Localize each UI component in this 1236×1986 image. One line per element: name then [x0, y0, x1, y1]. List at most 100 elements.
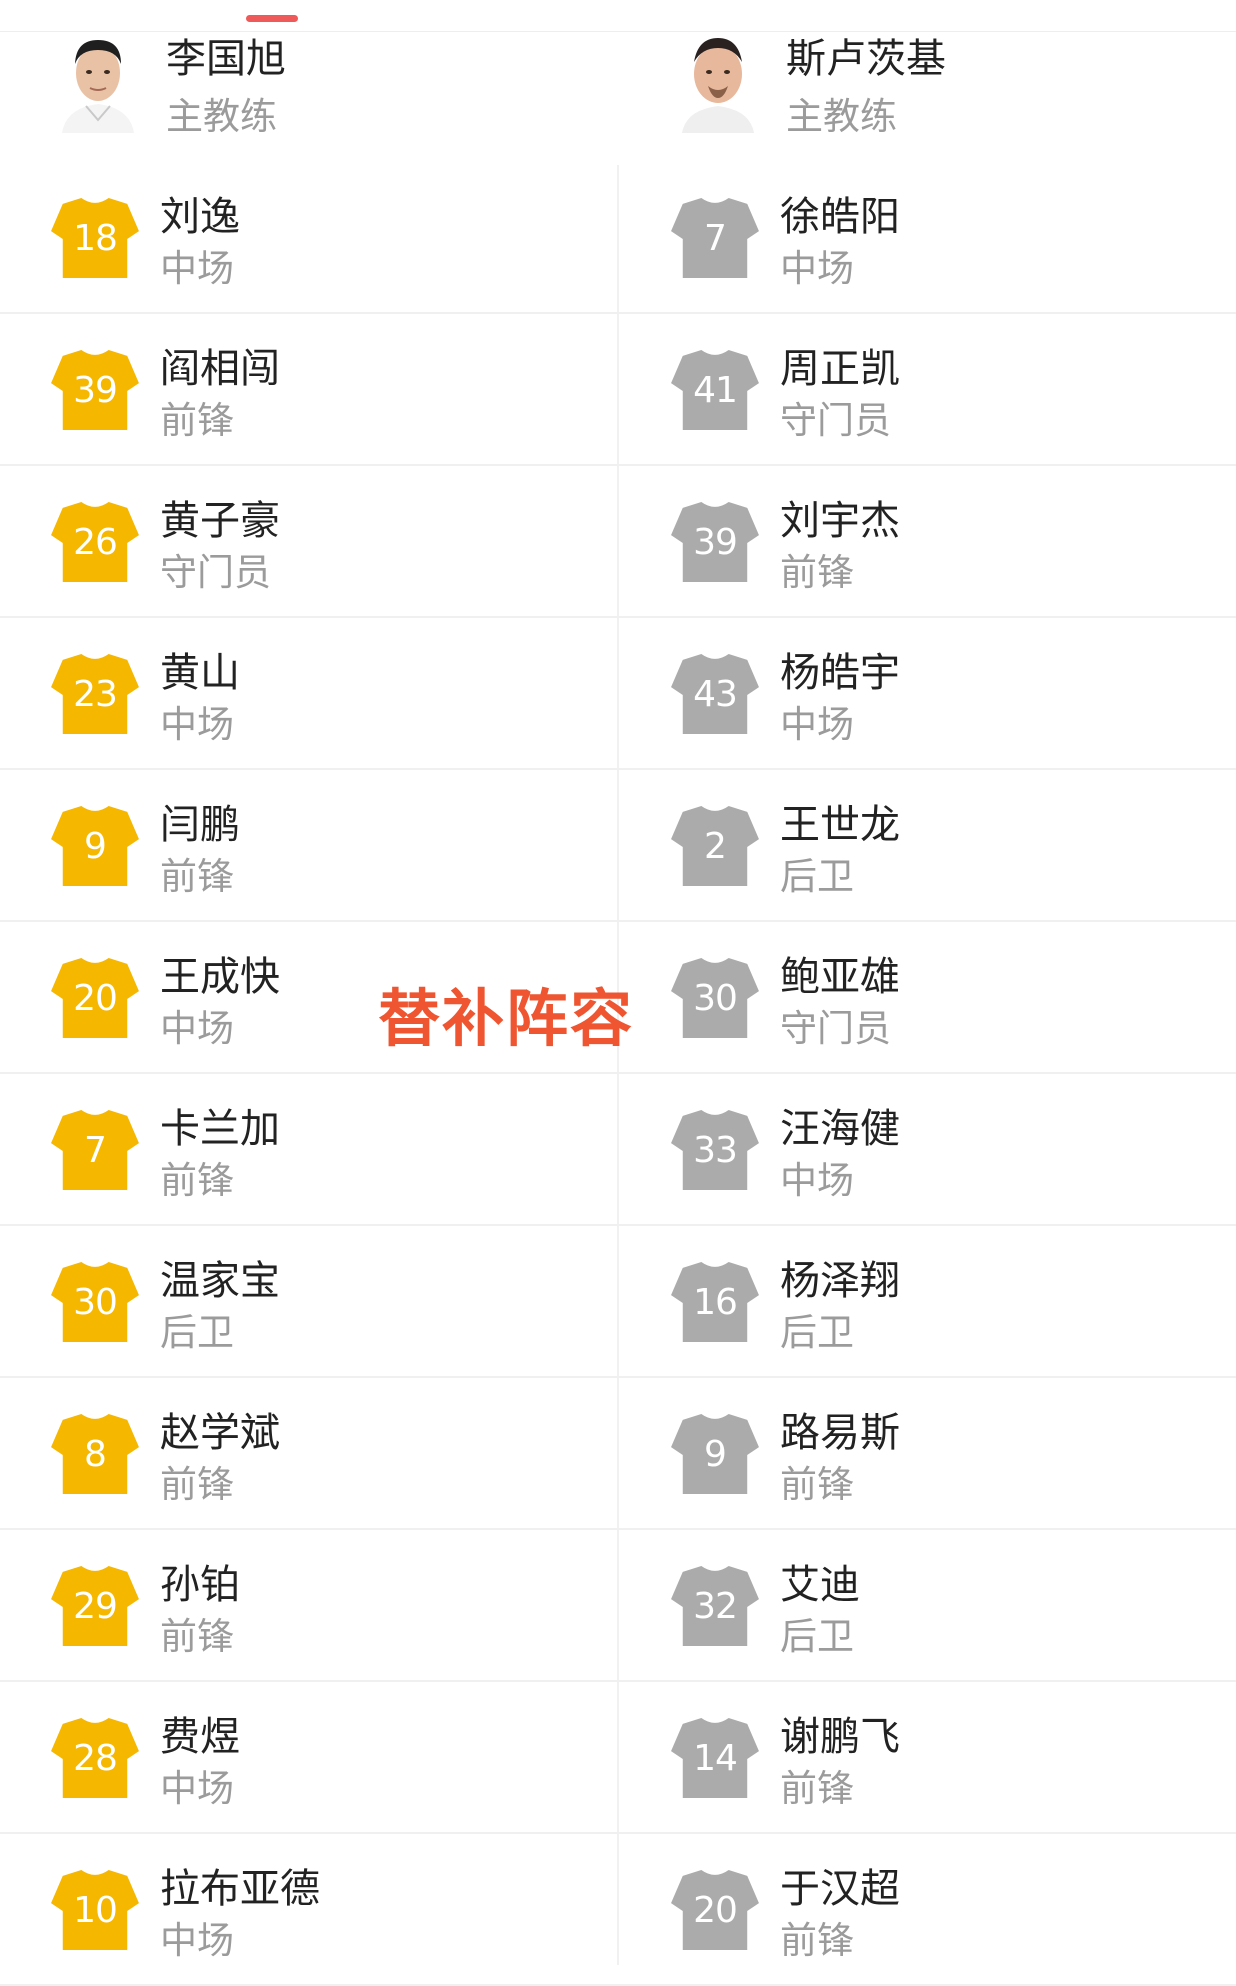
jersey-number: 30: [693, 978, 738, 1019]
jersey-number: 28: [73, 1738, 118, 1779]
home-player[interactable]: 26 黄子豪守门员: [48, 466, 608, 616]
jersey-number: 32: [693, 1586, 738, 1627]
home-player[interactable]: 9 闫鹏 前锋: [48, 770, 608, 920]
player-name: 周正凯: [780, 346, 900, 392]
player-name: 谢鹏飞: [780, 1714, 900, 1760]
jersey-icon: 33: [668, 1108, 762, 1192]
player-position: 守门员: [780, 399, 891, 442]
home-player[interactable]: 18 刘逸中场: [48, 162, 608, 312]
player-name: 杨皓宇: [780, 650, 900, 696]
player-name: 刘逸: [160, 194, 240, 240]
jersey-number: 41: [693, 370, 738, 411]
jersey-number: 16: [693, 1282, 738, 1323]
player-name: 黄子豪: [160, 498, 280, 544]
jersey-icon: 30: [668, 956, 762, 1040]
jersey-number: 14: [693, 1738, 738, 1779]
player-name: 鲍亚雄: [780, 954, 900, 1000]
jersey-icon: 7: [48, 1108, 142, 1192]
home-player[interactable]: 39 阎相闯 前锋: [48, 314, 608, 464]
home-player[interactable]: 29 孙铂前锋: [48, 1530, 608, 1680]
player-position: 后卫: [780, 1615, 854, 1658]
player-name: 杨泽翔: [780, 1258, 900, 1304]
table-row: 9 闫鹏 前锋 2 王世龙后卫: [0, 770, 1236, 922]
away-player[interactable]: 7 徐皓阳 中场: [668, 162, 1228, 312]
player-position: 后卫: [160, 1311, 234, 1354]
player-position: 前锋: [160, 1159, 234, 1202]
home-coach-name: 李国旭: [166, 36, 286, 82]
table-row: 29 孙铂前锋 32 艾迪 后卫: [0, 1530, 1236, 1682]
jersey-number: 9: [704, 1434, 727, 1475]
player-position: 前锋: [780, 1463, 854, 1506]
player-position: 前锋: [780, 1767, 854, 1810]
player-name: 拉布亚德: [160, 1866, 320, 1912]
jersey-icon: 32: [668, 1564, 762, 1648]
player-position: 中场: [160, 1919, 234, 1962]
away-player[interactable]: 20 于汉超前锋: [668, 1834, 1228, 1984]
jersey-icon: 7: [668, 196, 762, 280]
jersey-number: 10: [73, 1890, 118, 1931]
player-name: 阎相闯: [160, 346, 280, 392]
player-name: 路易斯: [780, 1410, 900, 1456]
jersey-icon: 30: [48, 1260, 142, 1344]
jersey-icon: 18: [48, 196, 142, 280]
jersey-icon: 23: [48, 652, 142, 736]
home-player[interactable]: 8 赵学斌 前锋: [48, 1378, 608, 1528]
table-row: 23 黄山 中场 43 杨皓宇中场: [0, 618, 1236, 770]
player-position: 中场: [780, 1159, 854, 1202]
table-row: 7 卡兰加前锋 33 汪海健 中场: [0, 1074, 1236, 1226]
away-player[interactable]: 9 路易斯前锋: [668, 1378, 1228, 1528]
away-player[interactable]: 41 周正凯守门员: [668, 314, 1228, 464]
player-position: 中场: [160, 1767, 234, 1810]
away-player[interactable]: 39 刘宇杰 前锋: [668, 466, 1228, 616]
home-player[interactable]: 10 拉布亚德中场: [48, 1834, 608, 1984]
home-coach-avatar: [58, 28, 138, 133]
table-row: 39 阎相闯 前锋 41 周正凯 守门员: [0, 314, 1236, 466]
away-player[interactable]: 32 艾迪 后卫: [668, 1530, 1228, 1680]
jersey-number: 20: [73, 978, 118, 1019]
jersey-icon: 29: [48, 1564, 142, 1648]
player-name: 于汉超: [780, 1866, 900, 1912]
player-position: 中场: [780, 703, 854, 746]
player-position: 中场: [160, 1007, 234, 1050]
player-name: 徐皓阳: [780, 194, 900, 240]
player-position: 前锋: [160, 855, 234, 898]
jersey-icon: 26: [48, 500, 142, 584]
home-player[interactable]: 7 卡兰加前锋: [48, 1074, 608, 1224]
away-coach-avatar: [678, 28, 758, 133]
away-player[interactable]: 33 汪海健 中场: [668, 1074, 1228, 1224]
jersey-number: 43: [693, 674, 738, 715]
home-coach-role: 主教练: [166, 95, 277, 138]
away-player[interactable]: 14 谢鹏飞前锋: [668, 1682, 1228, 1832]
table-row: 28 费煜中场 14 谢鹏飞前锋: [0, 1682, 1236, 1834]
player-name: 孙铂: [160, 1562, 240, 1608]
jersey-icon: 39: [48, 348, 142, 432]
player-position: 中场: [160, 247, 234, 290]
player-position: 前锋: [160, 1615, 234, 1658]
home-player[interactable]: 28 费煜中场: [48, 1682, 608, 1832]
home-player[interactable]: 30 温家宝 后卫: [48, 1226, 608, 1376]
jersey-number: 9: [84, 826, 107, 867]
jersey-number: 30: [73, 1282, 118, 1323]
jersey-icon: 2: [668, 804, 762, 888]
jersey-number: 20: [693, 1890, 738, 1931]
away-player[interactable]: 16 杨泽翔 后卫: [668, 1226, 1228, 1376]
player-position: 前锋: [780, 1919, 854, 1962]
away-player[interactable]: 2 王世龙后卫: [668, 770, 1228, 920]
jersey-icon: 10: [48, 1868, 142, 1952]
player-name: 王世龙: [780, 802, 900, 848]
home-player[interactable]: 23 黄山 中场: [48, 618, 608, 768]
jersey-number: 8: [84, 1434, 107, 1475]
jersey-icon: 16: [668, 1260, 762, 1344]
away-player[interactable]: 43 杨皓宇中场: [668, 618, 1228, 768]
jersey-icon: 20: [668, 1868, 762, 1952]
jersey-icon: 9: [668, 1412, 762, 1496]
player-position: 后卫: [780, 855, 854, 898]
player-position: 守门员: [160, 551, 271, 594]
substitutes-overlay-label: 替补阵容: [378, 982, 635, 1055]
jersey-number: 39: [73, 370, 118, 411]
player-name: 卡兰加: [160, 1106, 280, 1152]
jersey-icon: 43: [668, 652, 762, 736]
jersey-icon: 20: [48, 956, 142, 1040]
player-name: 费煜: [160, 1714, 240, 1760]
away-player[interactable]: 30 鲍亚雄 守门员: [668, 922, 1228, 1072]
